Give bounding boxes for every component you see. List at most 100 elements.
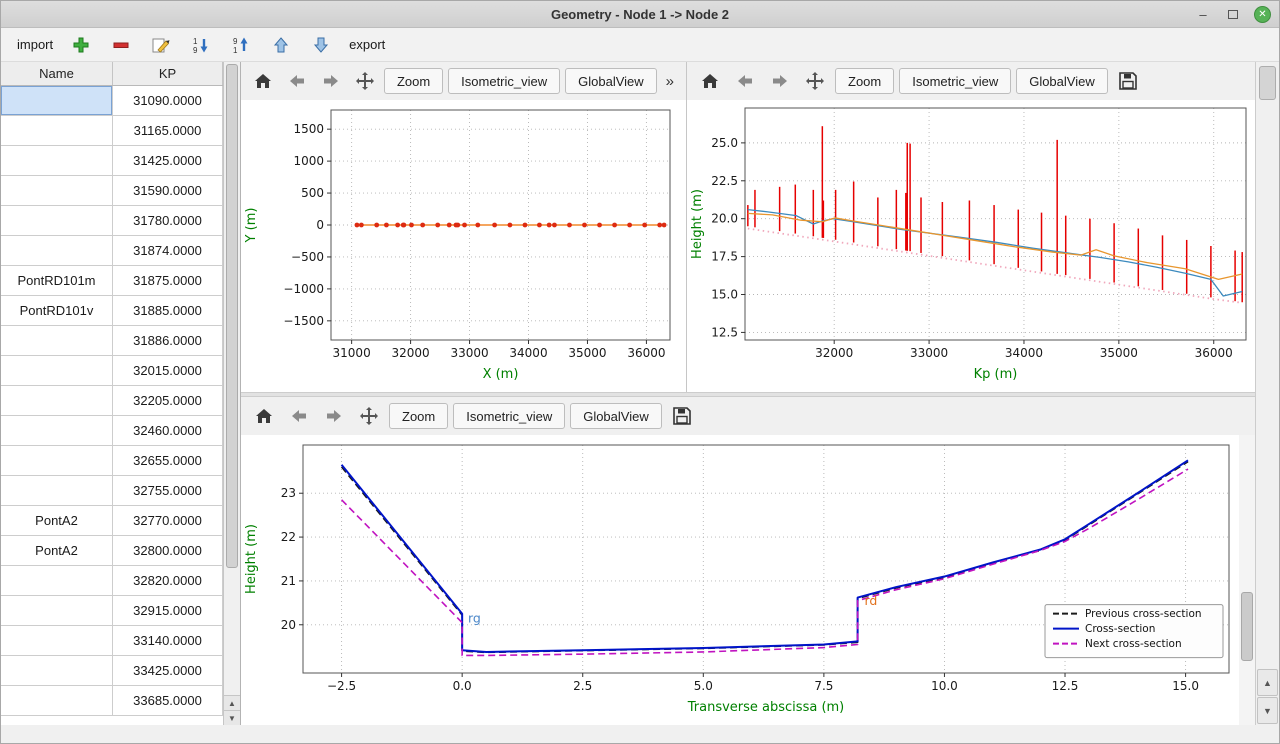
pan-button[interactable] [350,67,379,95]
global-view-button[interactable]: GlobalView [570,403,662,429]
table-row[interactable]: 32755.0000 [1,476,223,506]
back-button[interactable] [283,67,312,95]
kp-cell[interactable]: 33685.0000 [113,686,223,716]
table-row[interactable]: 31165.0000 [1,116,223,146]
cross-section-scrollbar-thumb[interactable] [1241,592,1253,662]
kp-cell[interactable]: 31780.0000 [113,206,223,236]
plan-view-chart[interactable]: 310003200033000340003500036000−1500−1000… [241,100,686,392]
table-row[interactable]: 32820.0000 [1,566,223,596]
kp-cell[interactable]: 31590.0000 [113,176,223,206]
table-scrollbar-thumb[interactable] [226,64,238,568]
name-cell[interactable] [1,446,113,476]
save-button[interactable] [667,402,697,430]
cross-section-chart[interactable]: −2.50.02.55.07.510.012.515.020212223Tran… [241,435,1239,725]
pan-button[interactable] [354,402,384,430]
table-scroll-up-button[interactable]: ▲ [224,695,240,710]
cross-section-scrollbar[interactable] [1239,435,1255,725]
scroll-down-button[interactable]: ▼ [1257,697,1278,724]
save-button[interactable] [1113,67,1143,95]
toolbar-overflow-button[interactable]: » [662,73,678,90]
name-cell[interactable] [1,356,113,386]
table-row[interactable]: 31425.0000 [1,146,223,176]
table-row[interactable]: 32205.0000 [1,386,223,416]
table-row[interactable]: 31590.0000 [1,176,223,206]
name-cell[interactable] [1,326,113,356]
close-button[interactable]: ✕ [1254,6,1271,23]
kp-cell[interactable]: 33140.0000 [113,626,223,656]
name-cell[interactable]: PontRD101v [1,296,113,326]
scroll-up-button[interactable]: ▲ [1257,669,1278,696]
kp-cell[interactable]: 32655.0000 [113,446,223,476]
forward-button[interactable] [316,67,345,95]
table-row[interactable]: 31780.0000 [1,206,223,236]
table-row[interactable]: 32915.0000 [1,596,223,626]
forward-button[interactable] [765,67,795,95]
name-cell[interactable]: PontA2 [1,536,113,566]
table-scroll-down-button[interactable]: ▼ [224,710,240,725]
name-cell[interactable] [1,146,113,176]
export-button[interactable]: export [349,37,385,52]
remove-row-button[interactable] [109,33,133,57]
kp-cell[interactable]: 31165.0000 [113,116,223,146]
sort-ascending-button[interactable]: 91 [229,33,253,57]
forward-button[interactable] [319,402,349,430]
kp-cell[interactable]: 32770.0000 [113,506,223,536]
kp-cell[interactable]: 31425.0000 [113,146,223,176]
name-cell[interactable] [1,116,113,146]
name-cell[interactable] [1,206,113,236]
home-button[interactable] [249,67,278,95]
kp-cell[interactable]: 32015.0000 [113,356,223,386]
main-vertical-scrollbar[interactable]: ▲ ▼ [1255,62,1279,725]
isometric-view-button[interactable]: Isometric_view [899,68,1011,94]
name-cell[interactable] [1,236,113,266]
table-row[interactable]: PontRD101m31875.0000 [1,266,223,296]
table-row[interactable]: PontA232800.0000 [1,536,223,566]
kp-cell[interactable]: 31886.0000 [113,326,223,356]
move-up-button[interactable] [269,33,293,57]
table-row[interactable]: PontRD101v31885.0000 [1,296,223,326]
zoom-button[interactable]: Zoom [835,68,894,94]
table-row[interactable]: 32655.0000 [1,446,223,476]
kp-cell[interactable]: 32800.0000 [113,536,223,566]
back-button[interactable] [730,67,760,95]
move-down-button[interactable] [309,33,333,57]
table-row[interactable]: 33685.0000 [1,686,223,716]
import-button[interactable]: import [17,37,53,52]
name-cell[interactable] [1,656,113,686]
name-cell[interactable] [1,626,113,656]
name-cell[interactable]: PontRD101m [1,266,113,296]
kp-cell[interactable]: 32820.0000 [113,566,223,596]
pan-button[interactable] [800,67,830,95]
kp-cell[interactable]: 32205.0000 [113,386,223,416]
zoom-button[interactable]: Zoom [389,403,448,429]
global-view-button[interactable]: GlobalView [1016,68,1108,94]
kp-cell[interactable]: 31090.0000 [113,86,223,116]
home-button[interactable] [249,402,279,430]
table-row[interactable]: PontA232770.0000 [1,506,223,536]
name-cell[interactable] [1,386,113,416]
kp-cell[interactable]: 32755.0000 [113,476,223,506]
name-cell[interactable] [1,566,113,596]
add-row-button[interactable] [69,33,93,57]
column-header-name[interactable]: Name [1,62,113,85]
name-cell[interactable] [1,596,113,626]
maximize-button[interactable] [1224,6,1242,24]
sort-descending-button[interactable]: 19 [189,33,213,57]
kp-cell[interactable]: 32460.0000 [113,416,223,446]
profile-chart[interactable]: 320003300034000350003600012.515.017.520.… [687,100,1255,392]
title-bar[interactable]: Geometry - Node 1 -> Node 2 – ✕ [1,1,1279,28]
name-cell[interactable] [1,176,113,206]
table-row[interactable]: 32460.0000 [1,416,223,446]
table-row[interactable]: 31090.0000 [1,86,223,116]
back-button[interactable] [284,402,314,430]
table-scrollbar[interactable]: ▲ ▼ [223,62,240,725]
name-cell[interactable] [1,476,113,506]
table-row[interactable]: 33425.0000 [1,656,223,686]
table-row[interactable]: 32015.0000 [1,356,223,386]
name-cell[interactable]: PontA2 [1,506,113,536]
zoom-button[interactable]: Zoom [384,68,443,94]
table-row[interactable]: 31886.0000 [1,326,223,356]
name-cell[interactable] [1,86,113,116]
kp-cell[interactable]: 32915.0000 [113,596,223,626]
name-cell[interactable] [1,686,113,716]
